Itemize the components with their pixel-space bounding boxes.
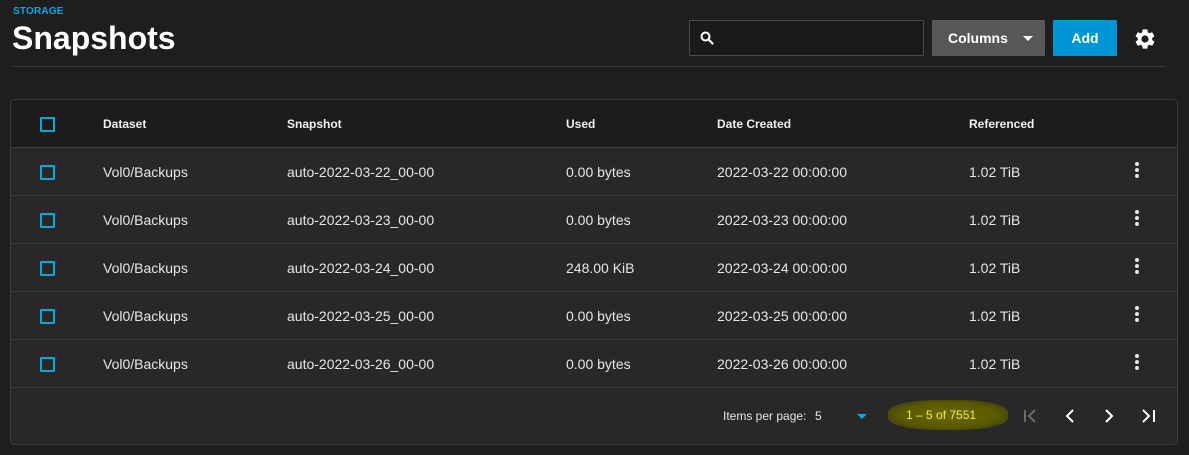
table-row[interactable]: Vol0/Backups auto-2022-03-24_00-00 248.0… [11, 244, 1177, 292]
referenced-cell: 1.02 TiB [969, 212, 1021, 228]
more-vert-icon[interactable] [1129, 162, 1145, 182]
paginator: Items per page: 5 1 – 5 of 7551 [11, 388, 1177, 444]
referenced-cell: 1.02 TiB [969, 164, 1021, 180]
dataset-cell: Vol0/Backups [103, 212, 188, 228]
referenced-cell: 1.02 TiB [969, 308, 1021, 324]
row-checkbox[interactable] [40, 309, 55, 324]
date-created-cell: 2022-03-25 00:00:00 [717, 308, 847, 324]
caret-down-icon [1023, 36, 1033, 41]
column-header-dataset[interactable]: Dataset [103, 100, 146, 148]
more-vert-icon[interactable] [1129, 306, 1145, 326]
row-checkbox[interactable] [40, 357, 55, 372]
items-per-page-label: Items per page: [723, 409, 807, 423]
dataset-cell: Vol0/Backups [103, 260, 188, 276]
first-page-icon[interactable] [1020, 405, 1042, 427]
table-row[interactable]: Vol0/Backups auto-2022-03-26_00-00 0.00 … [11, 340, 1177, 388]
add-button[interactable]: Add [1053, 20, 1117, 56]
used-cell: 0.00 bytes [566, 164, 631, 180]
column-header-date-created[interactable]: Date Created [717, 100, 791, 148]
more-vert-icon[interactable] [1129, 210, 1145, 230]
used-cell: 0.00 bytes [566, 356, 631, 372]
search-field[interactable] [689, 20, 924, 56]
row-checkbox[interactable] [40, 213, 55, 228]
page-title: Snapshots [12, 20, 176, 56]
date-created-cell: 2022-03-22 00:00:00 [717, 164, 847, 180]
items-per-page-value: 5 [815, 409, 822, 423]
referenced-cell: 1.02 TiB [969, 260, 1021, 276]
caret-down-icon [857, 414, 867, 419]
add-button-label: Add [1071, 30, 1099, 46]
items-per-page-select[interactable]: 5 [813, 402, 873, 430]
row-checkbox[interactable] [40, 165, 55, 180]
page-range-label: 1 – 5 of 7551 [906, 408, 977, 422]
chevron-right-icon[interactable] [1098, 405, 1120, 427]
table-header-row: Dataset Snapshot Used Date Created Refer… [11, 100, 1177, 148]
last-page-icon[interactable] [1137, 405, 1159, 427]
dataset-cell: Vol0/Backups [103, 308, 188, 324]
header-divider [12, 66, 1165, 67]
snapshot-cell: auto-2022-03-24_00-00 [287, 260, 435, 276]
snapshot-cell: auto-2022-03-25_00-00 [287, 308, 435, 324]
columns-button-label: Columns [948, 30, 1008, 46]
snapshot-cell: auto-2022-03-22_00-00 [287, 164, 435, 180]
dataset-cell: Vol0/Backups [103, 356, 188, 372]
date-created-cell: 2022-03-26 00:00:00 [717, 356, 847, 372]
row-checkbox[interactable] [40, 261, 55, 276]
gear-icon[interactable] [1133, 27, 1157, 51]
column-header-snapshot[interactable]: Snapshot [287, 100, 342, 148]
search-icon [700, 31, 714, 45]
used-cell: 0.00 bytes [566, 308, 631, 324]
more-vert-icon[interactable] [1129, 354, 1145, 374]
referenced-cell: 1.02 TiB [969, 356, 1021, 372]
select-all-checkbox[interactable] [40, 117, 55, 132]
table-row[interactable]: Vol0/Backups auto-2022-03-22_00-00 0.00 … [11, 148, 1177, 196]
snapshot-cell: auto-2022-03-23_00-00 [287, 212, 435, 228]
snapshot-cell: auto-2022-03-26_00-00 [287, 356, 435, 372]
search-input[interactable] [720, 21, 920, 55]
breadcrumb[interactable]: STORAGE [13, 6, 64, 17]
columns-button[interactable]: Columns [932, 20, 1045, 56]
used-cell: 0.00 bytes [566, 212, 631, 228]
snapshots-page: STORAGE Snapshots Columns Add Dataset Sn… [0, 0, 1189, 455]
table-row[interactable]: Vol0/Backups auto-2022-03-25_00-00 0.00 … [11, 292, 1177, 340]
more-vert-icon[interactable] [1129, 258, 1145, 278]
used-cell: 248.00 KiB [566, 260, 635, 276]
dataset-cell: Vol0/Backups [103, 164, 188, 180]
chevron-left-icon[interactable] [1059, 405, 1081, 427]
date-created-cell: 2022-03-24 00:00:00 [717, 260, 847, 276]
column-header-referenced[interactable]: Referenced [969, 100, 1034, 148]
date-created-cell: 2022-03-23 00:00:00 [717, 212, 847, 228]
column-header-used[interactable]: Used [566, 100, 595, 148]
snapshots-table: Dataset Snapshot Used Date Created Refer… [10, 99, 1178, 445]
table-row[interactable]: Vol0/Backups auto-2022-03-23_00-00 0.00 … [11, 196, 1177, 244]
